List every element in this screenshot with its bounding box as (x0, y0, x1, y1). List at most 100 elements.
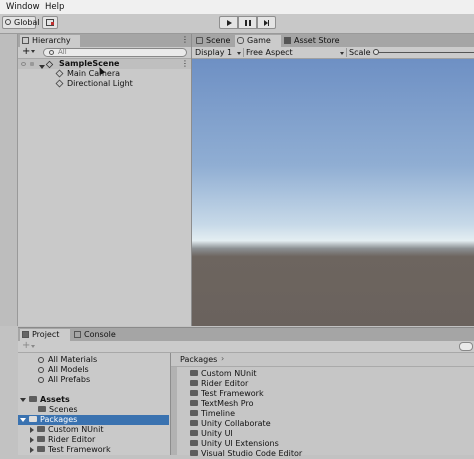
favorite-all-materials[interactable]: All Materials (38, 355, 97, 365)
display-dropdown[interactable]: Display 1 (195, 47, 232, 58)
hierarchy-item-directional-light[interactable]: Directional Light (55, 79, 133, 89)
folder-icon (190, 429, 198, 436)
grid-snap-button[interactable] (42, 16, 58, 29)
favorite-label: All Materials (48, 355, 98, 364)
expand-arrow-icon[interactable] (30, 436, 34, 443)
play-button[interactable] (219, 16, 238, 29)
aspect-dropdown[interactable]: Free Aspect (246, 47, 293, 58)
step-button[interactable] (257, 16, 276, 29)
folder-icon (190, 389, 198, 396)
package-label: Custom NUnit (201, 369, 257, 378)
favorite-all-models[interactable]: All Models (38, 365, 89, 375)
breadcrumb-packages[interactable]: Packages (180, 355, 217, 364)
scale-slider-track[interactable] (376, 52, 474, 53)
search-icon (38, 356, 44, 363)
package-label: Unity Collaborate (201, 419, 271, 428)
scene-menu-icon[interactable]: ⋮ (181, 59, 189, 69)
package-label: Rider Editor (201, 379, 249, 388)
global-toggle-button[interactable]: Global (2, 16, 40, 29)
package-item[interactable]: Unity UI Extensions (190, 439, 279, 449)
project-list-scrollbar[interactable] (171, 367, 177, 455)
scene-row[interactable]: SampleScene ⋮ (18, 59, 191, 69)
tree-item-scenes[interactable]: Scenes (38, 405, 78, 415)
scale-label: Scale (349, 48, 371, 57)
folder-icon (190, 379, 198, 386)
package-item[interactable]: Rider Editor (190, 379, 248, 389)
package-label: TextMesh Pro (201, 399, 254, 408)
pickable-icon[interactable] (30, 62, 34, 66)
chevron-down-icon (31, 345, 35, 348)
create-asset-button[interactable]: + (22, 340, 30, 351)
menu-window[interactable]: Window (6, 2, 40, 12)
game-viewport[interactable] (192, 59, 474, 326)
folder-icon (190, 409, 198, 416)
game-panel: Scene Game Asset Store Display 1 Free As… (192, 34, 474, 326)
scale-slider-handle[interactable] (373, 49, 379, 55)
folder-icon (29, 415, 37, 422)
tree-item-label: Custom NUnit (48, 425, 104, 434)
project-panel: Project Console + All Materials All Mode… (18, 327, 474, 458)
hierarchy-item-label: Main Camera (67, 69, 121, 78)
tab-asset-store[interactable]: Asset Store (282, 35, 348, 47)
panel-menu-icon[interactable]: ⋮ (181, 35, 189, 44)
visibility-icon[interactable] (21, 62, 26, 66)
package-item[interactable]: Timeline (190, 409, 235, 419)
search-icon (38, 376, 44, 383)
expand-arrow-icon[interactable] (20, 417, 26, 422)
expand-arrow-icon[interactable] (20, 397, 26, 402)
tab-console-label: Console (84, 330, 116, 339)
tree-item-rider-editor[interactable]: Rider Editor (30, 435, 95, 445)
hierarchy-search-field[interactable]: All (43, 48, 187, 57)
tree-item-custom-nunit[interactable]: Custom NUnit (30, 425, 103, 435)
game-toolbar: Display 1 Free Aspect Scale (192, 47, 474, 59)
pause-icon (245, 20, 247, 26)
package-item[interactable]: Visual Studio Code Editor (190, 449, 302, 459)
project-search-field[interactable] (459, 342, 473, 351)
favorite-label: All Models (48, 365, 89, 374)
snap-indicator-icon (51, 22, 54, 25)
tab-game[interactable]: Game (235, 35, 281, 47)
gameobject-icon (55, 69, 64, 78)
tab-project-label: Project (32, 330, 60, 339)
folder-icon (38, 405, 46, 412)
search-icon (38, 366, 44, 373)
list-icon (22, 37, 29, 44)
expand-arrow-icon[interactable] (30, 446, 34, 453)
tree-item-label: Packages (40, 415, 78, 424)
project-tree: All Materials All Models All Prefabs Ass… (18, 353, 171, 455)
tree-item-label: Scenes (49, 405, 78, 414)
tree-item-packages[interactable]: Packages (18, 415, 169, 425)
tree-item-assets[interactable]: Assets (20, 395, 70, 405)
hierarchy-tabstrip: Hierarchy ⋮ (18, 34, 191, 47)
add-object-button[interactable]: + (22, 46, 30, 57)
hierarchy-toolbar: + All (18, 46, 191, 59)
expand-arrow-icon[interactable] (30, 426, 34, 433)
folder-icon (29, 395, 37, 402)
package-item[interactable]: Unity Collaborate (190, 419, 271, 429)
tab-scene[interactable]: Scene (194, 35, 234, 47)
global-label: Global (14, 18, 40, 27)
folder-icon (37, 445, 45, 452)
hierarchy-panel: Hierarchy ⋮ + All SampleScene ⋮ Main Cam… (18, 34, 192, 326)
package-item[interactable]: TextMesh Pro (190, 399, 253, 409)
project-breadcrumb-bar: Packages › (171, 353, 474, 367)
gamepad-icon (237, 37, 244, 44)
package-item[interactable]: Unity UI (190, 429, 233, 439)
hierarchy-item-main-camera[interactable]: Main Camera (55, 69, 121, 79)
tab-console[interactable]: Console (72, 329, 124, 341)
menu-help[interactable]: Help (45, 2, 64, 12)
package-item[interactable]: Test Framework (190, 389, 264, 399)
search-icon (49, 50, 54, 55)
folder-icon (22, 331, 29, 338)
favorite-label: All Prefabs (48, 375, 91, 384)
pause-button[interactable] (238, 16, 257, 29)
package-label: Timeline (201, 409, 236, 418)
package-label: Unity UI (201, 429, 233, 438)
tab-hierarchy-label: Hierarchy (32, 36, 71, 45)
gameobject-icon (55, 79, 64, 88)
tree-item-label: Assets (40, 395, 70, 404)
hierarchy-item-label: Directional Light (67, 79, 133, 88)
left-edge-strip (0, 34, 18, 326)
package-item[interactable]: Custom NUnit (190, 369, 256, 379)
favorite-all-prefabs[interactable]: All Prefabs (38, 375, 90, 385)
